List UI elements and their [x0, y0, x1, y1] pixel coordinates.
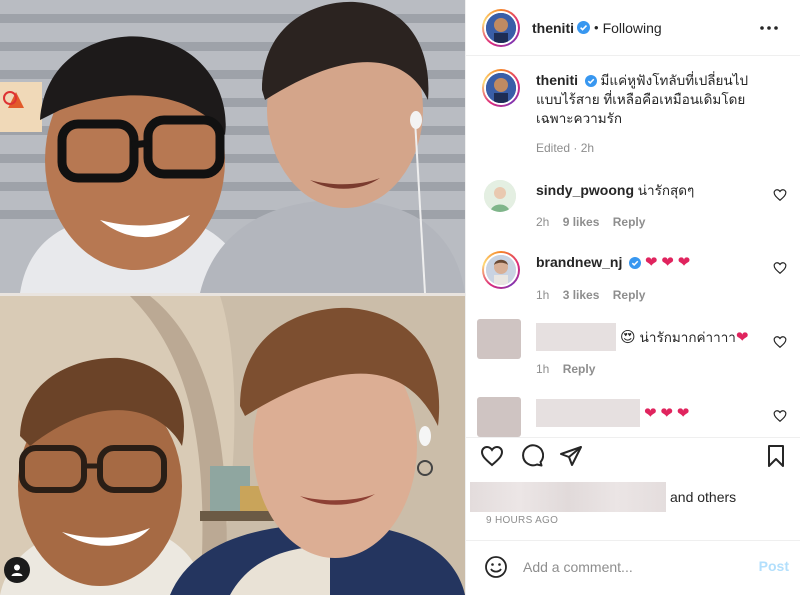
blurred-likers [470, 482, 666, 512]
comment-item: sindy_pwoong น่ารักสุดๆ 2h 9 likes Reply [482, 180, 787, 230]
red-heart-icon: ❤ [735, 328, 749, 346]
photo-bottom [0, 296, 465, 595]
comment-time: 1h [536, 362, 550, 376]
comment-time: 1h [536, 288, 550, 302]
red-heart-icon: ❤ [644, 404, 657, 422]
heart-icon[interactable] [478, 442, 506, 470]
likes-summary[interactable]: and others [470, 482, 736, 512]
post-timestamp: 9 HOURS AGO [486, 515, 559, 526]
red-heart-icon: ❤ [677, 254, 691, 271]
red-heart-icon: ❤ [676, 404, 690, 422]
comment-body: 😍 น่ารักมากค่าาาา ❤ [536, 323, 776, 351]
post-media[interactable] [0, 0, 465, 595]
comment-text: น่ารักสุดๆ [637, 183, 695, 198]
following-button[interactable]: Following [603, 20, 662, 36]
commenter-avatar[interactable] [482, 251, 520, 289]
comment-username[interactable]: sindy_pwoong [536, 182, 634, 198]
comment-body: brandnew_nj ❤ ❤ ❤ [536, 253, 768, 272]
post-header: theniti • Following [466, 0, 800, 56]
post-side-panel: theniti • Following theniti มีแค่หูฟังโท… [465, 0, 800, 595]
reply-button[interactable]: Reply [563, 362, 596, 376]
comment-hearts: ❤ ❤ ❤ [644, 404, 689, 423]
instagram-post: theniti • Following theniti มีแค่หูฟังโท… [0, 0, 800, 595]
comment-like-heart-icon[interactable] [773, 409, 787, 423]
comment-body: sindy_pwoong น่ารักสุดๆ [536, 181, 768, 200]
verified-badge-icon [629, 257, 642, 269]
reply-button[interactable]: Reply [613, 288, 646, 302]
comment-meta: 2h 9 likes Reply [536, 215, 655, 229]
comment-likes[interactable]: 9 likes [563, 215, 600, 229]
blurred-avatar[interactable] [477, 397, 521, 437]
caption-body: theniti มีแค่หูฟังโทลับที่เปลี่ยนไปแบบไร… [536, 71, 768, 128]
reply-button[interactable]: Reply [613, 215, 646, 229]
comment-body: ❤ ❤ ❤ [536, 399, 776, 427]
comment-item: brandnew_nj ❤ ❤ ❤ 1h 3 likes Reply [482, 251, 787, 302]
comment-meta: 1h Reply [536, 362, 605, 376]
photo-top [0, 0, 465, 293]
smiley-icon[interactable] [484, 555, 508, 582]
comment-username[interactable]: brandnew_nj [536, 254, 622, 270]
red-heart-icon: ❤ [661, 254, 674, 271]
header-text: theniti • Following [532, 20, 662, 36]
caption: theniti มีแค่หูฟังโทลับที่เปลี่ยนไปแบบไร… [482, 69, 787, 164]
caption-meta: Edited · 2h [536, 141, 595, 155]
comment-like-heart-icon[interactable] [773, 335, 787, 349]
blurred-username [536, 323, 616, 351]
comment-like-heart-icon[interactable] [773, 188, 787, 202]
blurred-avatar[interactable] [477, 319, 521, 359]
comment-text: น่ารักมากค่าาาา [639, 329, 736, 345]
comment-hearts: ❤ ❤ ❤ [644, 254, 691, 271]
bookmark-icon[interactable] [762, 442, 790, 470]
verified-badge-icon [577, 21, 590, 34]
separator-dot: • [594, 20, 599, 35]
blurred-username [536, 399, 640, 427]
paper-plane-icon[interactable] [557, 442, 585, 470]
comment-item: 😍 น่ารักมากค่าาาา ❤ 1h Reply [477, 319, 787, 376]
author-avatar[interactable] [482, 8, 520, 47]
comment-input[interactable] [523, 556, 743, 578]
comment-likes[interactable]: 3 likes [563, 288, 600, 302]
add-comment-bar: Post [466, 540, 800, 595]
red-heart-icon: ❤ [644, 254, 658, 271]
more-horizontal-icon[interactable] [757, 16, 781, 40]
comment-like-heart-icon[interactable] [773, 261, 787, 275]
user-tag-icon[interactable] [4, 557, 30, 583]
comments-list[interactable]: theniti มีแค่หูฟังโทลับที่เปลี่ยนไปแบบไร… [466, 57, 800, 437]
comment-bubble-icon[interactable] [518, 442, 546, 470]
caption-avatar[interactable] [482, 69, 520, 107]
comment-time: 2h [536, 215, 550, 229]
caption-username[interactable]: theniti [536, 72, 578, 88]
author-username[interactable]: theniti [532, 20, 574, 36]
heart-eyes-emoji-icon: 😍 [620, 328, 636, 346]
red-heart-icon: ❤ [660, 404, 673, 422]
comment-meta: 1h 3 likes Reply [536, 288, 655, 302]
comment-item: ❤ ❤ ❤ [477, 397, 787, 437]
verified-badge-icon [584, 75, 597, 87]
post-actions: and others 9 HOURS AGO [466, 437, 800, 532]
likes-and-others[interactable]: and others [670, 489, 736, 505]
commenter-avatar[interactable] [484, 180, 516, 212]
post-comment-button[interactable]: Post [759, 558, 789, 574]
